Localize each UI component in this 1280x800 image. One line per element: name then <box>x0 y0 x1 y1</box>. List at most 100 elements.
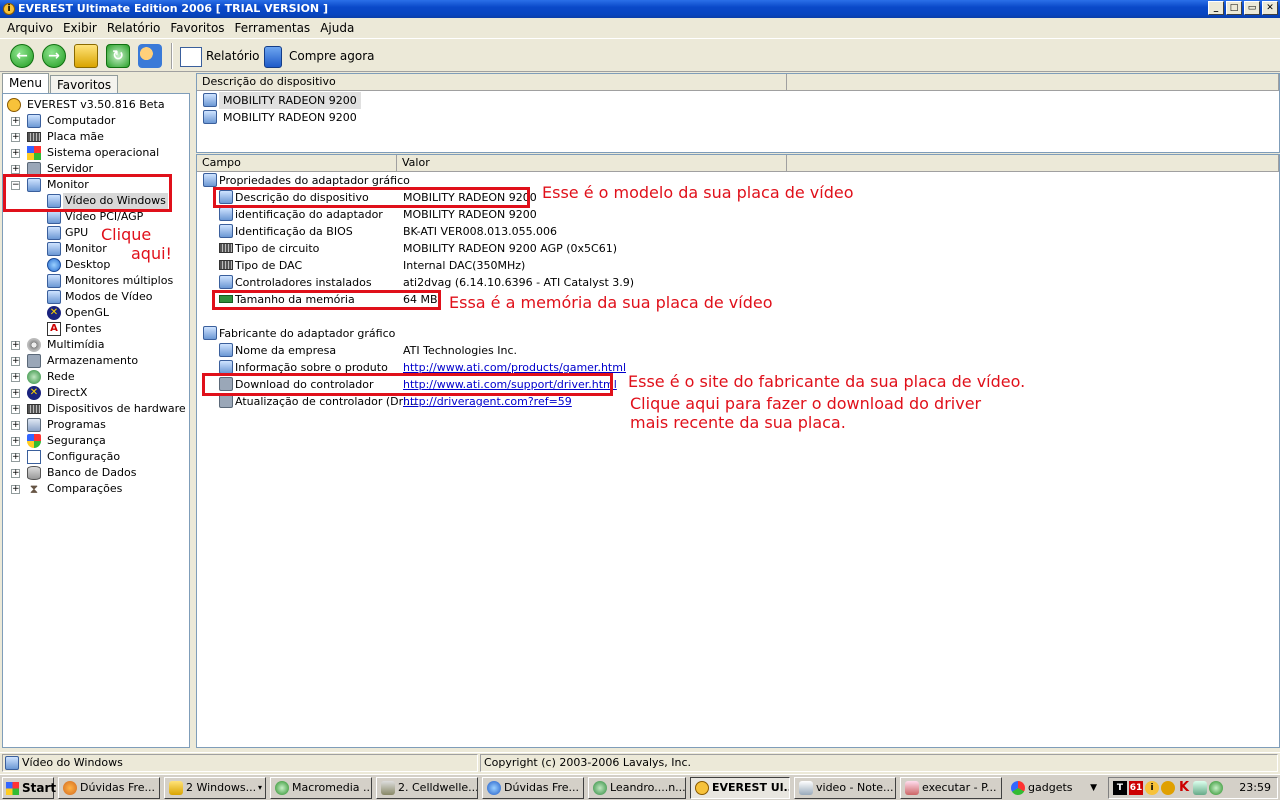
task-everest[interactable]: EVEREST Ul... <box>690 777 790 799</box>
task-windows-explorer[interactable]: 2 Windows... ▾ <box>164 777 266 799</box>
users-icon[interactable] <box>138 44 162 68</box>
expand-icon[interactable]: + <box>11 389 20 398</box>
tree-item-directx[interactable]: + ✕ DirectX <box>11 385 181 401</box>
menu-arquivo[interactable]: Arquivo <box>2 21 58 35</box>
tree-item-dispositivos[interactable]: + Dispositivos de hardware <box>11 401 189 417</box>
restore-button[interactable]: □ <box>1226 1 1242 15</box>
tree-item-configuracao[interactable]: + Configuração <box>11 449 181 465</box>
task-ie-duvidas-2[interactable]: Dúvidas Fre... <box>482 777 584 799</box>
expand-icon[interactable]: + <box>11 341 20 350</box>
table-row[interactable]: Tipo de circuito MOBILITY RADEON 9200 AG… <box>219 240 779 257</box>
value-column-header[interactable]: Valor <box>397 155 787 172</box>
report-icon[interactable] <box>180 47 202 67</box>
device-list-header-blank[interactable] <box>787 74 1279 91</box>
expand-icon[interactable]: + <box>11 485 20 494</box>
monitor-icon <box>47 290 61 304</box>
multimedia-icon <box>27 338 41 352</box>
expand-icon[interactable]: + <box>11 469 20 478</box>
back-arrow-icon[interactable]: ← <box>10 44 34 68</box>
refresh-icon[interactable]: ↻ <box>106 44 130 68</box>
tray-t-icon[interactable]: T <box>1113 781 1127 795</box>
report-button[interactable]: Relatório <box>206 49 260 63</box>
tray-app-icon[interactable] <box>1209 781 1223 795</box>
table-row[interactable]: Controladores instalados ati2dvag (6.14.… <box>219 274 779 291</box>
tab-menu[interactable]: Menu <box>2 73 49 94</box>
forward-arrow-icon[interactable]: → <box>42 44 66 68</box>
menu-exibir[interactable]: Exibir <box>58 21 102 35</box>
task-celldweller[interactable]: 2. Celldwelle... <box>376 777 478 799</box>
tree-item-sistema-operacional[interactable]: + Sistema operacional <box>11 145 181 161</box>
tree-item-computador[interactable]: + Computador <box>11 113 181 129</box>
tab-favoritos[interactable]: Favoritos <box>49 75 119 93</box>
highlight-download <box>202 373 613 396</box>
table-row[interactable]: Tipo de DAC Internal DAC(350MHz) <box>219 257 779 274</box>
tree-item-comparacoes[interactable]: + ⧗ Comparações <box>11 481 181 497</box>
menu-ajuda[interactable]: Ajuda <box>315 21 359 35</box>
monitor-icon <box>219 207 233 221</box>
expand-icon[interactable]: + <box>11 421 20 430</box>
system-tray: T 61 i K 23:59 <box>1108 777 1278 799</box>
annotation-model: Esse é o modelo da sua placa de vídeo <box>542 183 854 202</box>
table-row[interactable]: identificação do adaptador MOBILITY RADE… <box>219 206 779 223</box>
details-header-blank[interactable] <box>787 155 1279 172</box>
tray-temp-badge[interactable]: 61 <box>1129 781 1143 795</box>
up-folder-icon[interactable] <box>74 44 98 68</box>
monitor-icon <box>47 226 61 240</box>
dropdown-arrow-icon: ▼ <box>1090 783 1097 793</box>
tray-user-icon[interactable] <box>1161 781 1175 795</box>
table-row[interactable]: Identificação da BIOS BK-ATI VER008.013.… <box>219 223 779 240</box>
expand-icon[interactable]: + <box>11 117 20 126</box>
task-leandro[interactable]: Leandro....n... <box>588 777 686 799</box>
device-description-header[interactable]: Descrição do dispositivo <box>197 74 787 91</box>
close-button[interactable]: ✕ <box>1262 1 1278 15</box>
tree-item-programas[interactable]: + Programas <box>11 417 181 433</box>
highlight-video-windows <box>3 174 172 212</box>
monitor-icon <box>219 275 233 289</box>
start-button[interactable]: Start <box>2 777 56 799</box>
tree-item-rede[interactable]: + Rede <box>11 369 181 385</box>
maximize-button[interactable]: ▭ <box>1244 1 1260 15</box>
annotation-site: Esse é o site do fabricante da sua placa… <box>628 372 1026 391</box>
title-bar[interactable]: i EVEREST Ultimate Edition 2006 [ TRIAL … <box>0 0 1280 18</box>
menu-ferramentas[interactable]: Ferramentas <box>230 21 316 35</box>
minimize-button[interactable]: _ <box>1208 1 1224 15</box>
motherboard-icon <box>27 132 41 142</box>
tray-antivirus-icon[interactable]: K <box>1177 781 1191 795</box>
expand-icon[interactable]: + <box>11 437 20 446</box>
expand-icon[interactable]: + <box>11 453 20 462</box>
buy-now-button[interactable]: Compre agora <box>289 49 375 63</box>
expand-icon[interactable]: + <box>11 405 20 414</box>
tray-everest-icon[interactable]: i <box>1145 781 1159 795</box>
tree-item-armazenamento[interactable]: + Armazenamento <box>11 353 181 369</box>
expand-icon[interactable]: + <box>11 357 20 366</box>
monitor-icon <box>5 756 19 770</box>
programs-icon <box>27 418 41 432</box>
menu-favoritos[interactable]: Favoritos <box>165 21 229 35</box>
paint-icon <box>905 781 919 795</box>
task-gadgets[interactable]: gadgets ▼ <box>1006 777 1104 799</box>
network-icon <box>27 370 41 384</box>
menu-relatorio[interactable]: Relatório <box>102 21 166 35</box>
expand-icon[interactable]: + <box>11 133 20 142</box>
tray-network-icon[interactable] <box>1193 781 1207 795</box>
task-notepad[interactable]: video - Note... <box>794 777 896 799</box>
expand-icon[interactable]: + <box>11 373 20 382</box>
notepad-icon <box>799 781 813 795</box>
tree-item-banco-de-dados[interactable]: + Banco de Dados <box>11 465 181 481</box>
expand-icon[interactable]: + <box>11 149 20 158</box>
buy-icon[interactable] <box>264 46 282 68</box>
annotation-click-1: Clique <box>101 225 152 244</box>
clock[interactable]: 23:59 <box>1239 781 1271 795</box>
folder-icon <box>169 781 183 795</box>
status-copyright: Copyright (c) 2003-2006 Lavalys, Inc. <box>480 754 1278 772</box>
task-paint[interactable]: executar - P... <box>900 777 1002 799</box>
field-column-header[interactable]: Campo <box>197 155 397 172</box>
task-firefox-duvidas-1[interactable]: Dúvidas Fre... <box>58 777 160 799</box>
task-macromedia[interactable]: Macromedia ... <box>270 777 372 799</box>
tree-item-placa-mae[interactable]: + Placa mãe <box>11 129 181 145</box>
left-tabs: Menu Favoritos <box>2 73 119 94</box>
tree-item-seguranca[interactable]: + Segurança <box>11 433 181 449</box>
tree-item-multimidia[interactable]: + Multimídia <box>11 337 181 353</box>
expand-icon[interactable]: + <box>11 165 20 174</box>
table-row[interactable]: Nome da empresa ATI Technologies Inc. <box>219 342 779 359</box>
